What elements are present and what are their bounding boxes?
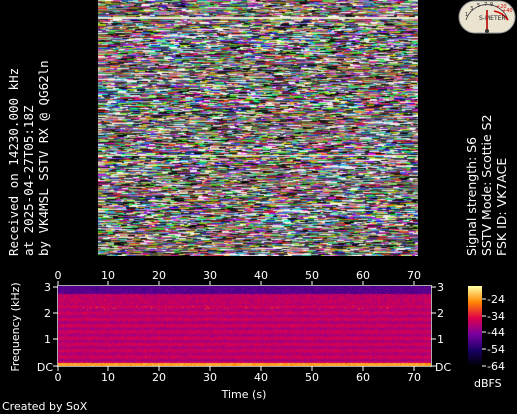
s-meter-icon: 1 3 5 7 9 +20 +40 S-METER	[458, 0, 516, 34]
svg-text:3: 3	[437, 281, 444, 294]
svg-text:5: 5	[477, 3, 480, 9]
spectrogram-panel: 0 10 20 30 40 50 60 70 3 2 1 DC 3 2 1 DC	[9, 269, 505, 401]
svg-text:-34: -34	[487, 310, 505, 323]
svg-text:-54: -54	[487, 343, 505, 356]
svg-text:2: 2	[44, 307, 51, 320]
svg-text:2: 2	[437, 307, 444, 320]
y-axis-label: Frequency (kHz)	[9, 282, 22, 371]
svg-text:0: 0	[55, 269, 62, 282]
svg-text:50: 50	[305, 371, 319, 384]
svg-text:-24: -24	[487, 293, 505, 306]
fsk-id-text: FSK ID: VK7ACE	[494, 157, 509, 256]
svg-text:30: 30	[203, 269, 217, 282]
svg-text:1: 1	[44, 333, 51, 346]
svg-text:70: 70	[407, 269, 421, 282]
y-tick-labels-left: 3 2 1 DC	[37, 281, 53, 374]
svg-text:40: 40	[254, 269, 268, 282]
svg-text:20: 20	[152, 269, 166, 282]
svg-text:DC: DC	[435, 361, 451, 374]
svg-text:70: 70	[407, 371, 421, 384]
left-caption: Received on 14230.000 kHz at 2025-04-27T…	[6, 60, 51, 256]
svg-text:60: 60	[356, 371, 370, 384]
colorbar	[468, 286, 482, 366]
colorbar-ticks	[482, 298, 486, 367]
spectrogram-image	[58, 286, 431, 366]
svg-text:DC: DC	[37, 361, 53, 374]
svg-text:10: 10	[101, 371, 115, 384]
svg-text:40: 40	[254, 371, 268, 384]
svg-text:+40: +40	[502, 8, 513, 14]
svg-text:1: 1	[437, 333, 444, 346]
x-axis-label: Time (s)	[221, 388, 267, 401]
receiver-station-text: by VK4MSL SSTV RX @ QG62ln	[36, 60, 51, 256]
signal-strength-text: Signal strength: S6	[464, 136, 479, 256]
y-tick-labels-right: 3 2 1 DC	[435, 281, 451, 374]
svg-text:7: 7	[484, 2, 487, 8]
x-tick-labels-bottom: 0 10 20 30 40 50 60 70	[55, 371, 422, 384]
received-time-text: at 2025-04-27T05:18Z	[21, 105, 36, 256]
svg-text:50: 50	[305, 269, 319, 282]
svg-text:3: 3	[470, 6, 473, 12]
svg-text:-64: -64	[487, 360, 505, 373]
svg-text:20: 20	[152, 371, 166, 384]
svg-text:3: 3	[44, 281, 51, 294]
sstv-decoded-image	[98, 0, 418, 256]
svg-text:60: 60	[356, 269, 370, 282]
svg-text:9: 9	[490, 2, 493, 8]
svg-text:30: 30	[203, 371, 217, 384]
colorbar-label: dBFS	[474, 377, 502, 390]
sox-credit: Created by SoX	[2, 400, 88, 413]
svg-text:10: 10	[101, 269, 115, 282]
right-caption: Signal strength: S6 SSTV Mode: Scottie S…	[464, 114, 509, 256]
svg-text:-44: -44	[487, 326, 505, 339]
sstv-mode-text: SSTV Mode: Scottie S2	[479, 114, 494, 256]
s-meter-label: S-METER	[479, 15, 506, 22]
svg-text:0: 0	[55, 371, 62, 384]
received-frequency-text: Received on 14230.000 kHz	[6, 67, 21, 256]
svg-text:1: 1	[465, 12, 468, 18]
x-tick-labels-top: 0 10 20 30 40 50 60 70	[55, 269, 422, 282]
colorbar-tick-labels: -24 -34 -44 -54 -64	[487, 293, 505, 373]
